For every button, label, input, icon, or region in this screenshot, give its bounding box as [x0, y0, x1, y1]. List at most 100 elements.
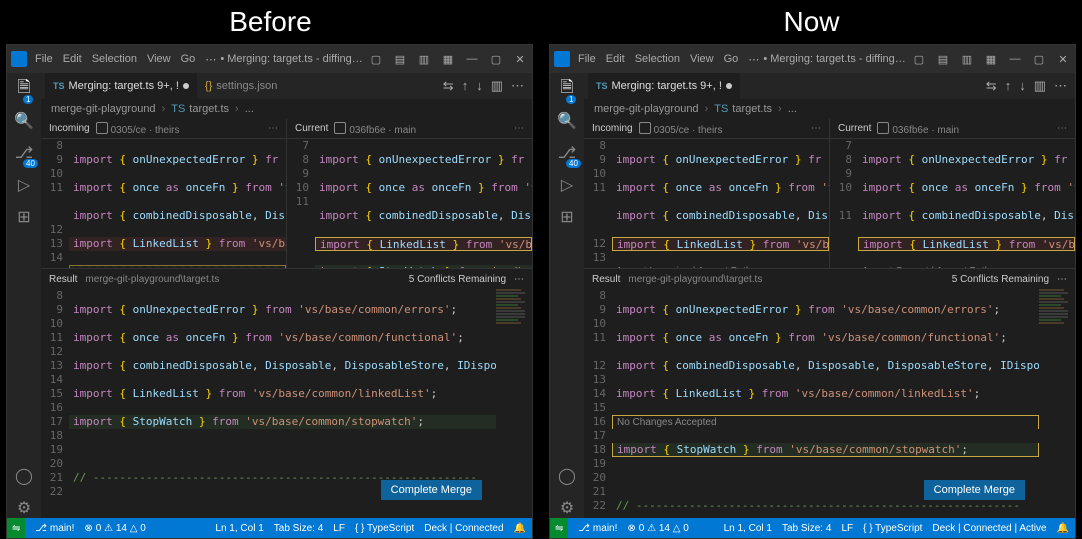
codelens-accept-incoming[interactable]: Accept Incoming | Accept Both [612, 265, 829, 268]
deck-status[interactable]: Deck | Connected [424, 523, 503, 534]
menu-file[interactable]: File [578, 53, 596, 66]
menu-go[interactable]: Go [724, 53, 739, 66]
branch-status[interactable]: ⎇ main! [35, 523, 74, 534]
split-editor-icon[interactable]: ▥ [491, 78, 503, 94]
cursor-pos[interactable]: Ln 1, Col 1 [724, 523, 772, 534]
up-arrow-icon[interactable]: ↑ [1005, 78, 1012, 94]
tab-merging-target[interactable]: TS Merging: target.ts 9+, ! [588, 73, 740, 99]
menu-more[interactable]: ⋯ [748, 53, 759, 66]
bell-icon[interactable]: 🔔 [1057, 523, 1069, 534]
scm-badge: 40 [566, 159, 581, 168]
layout-icon[interactable]: ▥ [959, 53, 975, 66]
app-menu[interactable]: File Edit Selection View Go ⋯ [35, 53, 216, 66]
extensions-icon[interactable]: ⊞ [557, 207, 577, 227]
layout-icon[interactable]: ▥ [416, 53, 432, 66]
minimize-icon[interactable]: — [1007, 53, 1023, 65]
account-icon[interactable]: ◯ [14, 466, 34, 486]
menu-view[interactable]: View [147, 53, 171, 66]
incoming-code[interactable]: 891011121314 import { onUnexpectedError … [41, 139, 286, 268]
scm-badge: 40 [23, 159, 38, 168]
split-icon[interactable]: ⇆ [443, 78, 454, 94]
complete-merge-button[interactable]: Complete Merge [924, 480, 1025, 500]
more-icon[interactable]: ⋯ [268, 123, 278, 134]
tab-size[interactable]: Tab Size: 4 [782, 523, 831, 534]
more-icon[interactable]: ⋯ [1057, 123, 1067, 134]
debug-icon[interactable]: ▷ [14, 175, 34, 195]
problems-status[interactable]: ⊗ 0 ⚠ 14 △ 0 [627, 523, 688, 534]
tab-merging-target[interactable]: TS Merging: target.ts 9+, ! [45, 73, 197, 99]
close-icon[interactable]: ✕ [512, 53, 528, 66]
minimize-icon[interactable]: — [464, 53, 480, 65]
breadcrumb-file[interactable]: target.ts [732, 103, 772, 115]
deck-status[interactable]: Deck | Connected | Active [932, 523, 1046, 534]
more-icon[interactable]: ⋯ [514, 274, 524, 285]
more-icon[interactable]: ⋯ [511, 78, 524, 94]
menu-go[interactable]: Go [181, 53, 196, 66]
breadcrumb-root[interactable]: merge-git-playground [51, 103, 156, 115]
label-before: Before [0, 6, 541, 38]
layout-icon[interactable]: ▦ [983, 53, 999, 66]
current-code[interactable]: 7891011 import { onUnexpectedError } fr … [287, 139, 532, 268]
debug-icon[interactable]: ▷ [557, 175, 577, 195]
tab-settings-json[interactable]: {} settings.json [197, 73, 286, 99]
breadcrumb[interactable]: merge-git-playground TS target.ts ... [41, 99, 532, 119]
bell-icon[interactable]: 🔔 [514, 523, 526, 534]
layout-icon[interactable]: ▤ [935, 53, 951, 66]
branch-status[interactable]: ⎇ main! [578, 523, 617, 534]
split-icon[interactable]: ⇆ [986, 78, 997, 94]
down-arrow-icon[interactable]: ↓ [1019, 78, 1026, 94]
codelens-no-changes: No Changes Accepted [612, 415, 1039, 429]
down-arrow-icon[interactable]: ↓ [476, 78, 483, 94]
search-icon[interactable]: 🔍 [14, 111, 34, 131]
layout-icon[interactable]: ▤ [392, 53, 408, 66]
layout-icon[interactable]: ▢ [911, 53, 927, 66]
minimap[interactable] [496, 289, 532, 518]
menu-view[interactable]: View [690, 53, 714, 66]
complete-merge-button[interactable]: Complete Merge [381, 480, 482, 500]
more-icon[interactable]: ⋯ [514, 123, 524, 134]
more-icon[interactable]: ⋯ [1054, 78, 1067, 94]
encoding[interactable]: LF [333, 523, 345, 534]
result-pane: Result merge-git-playground\target.ts 5 … [41, 269, 532, 518]
incoming-code[interactable]: 8910111213 import { onUnexpectedError } … [584, 139, 829, 268]
incoming-pane: Incoming 0305/ce · theirs ⋯ 8910111213 i… [584, 119, 830, 268]
split-editor-icon[interactable]: ▥ [1034, 78, 1046, 94]
menu-edit[interactable]: Edit [606, 53, 625, 66]
menu-edit[interactable]: Edit [63, 53, 82, 66]
problems-status[interactable]: ⊗ 0 ⚠ 14 △ 0 [84, 523, 145, 534]
explorer-badge: 1 [566, 95, 576, 104]
tab-size[interactable]: Tab Size: 4 [274, 523, 323, 534]
incoming-ref: 0305/ce · theirs [639, 122, 723, 136]
menu-file[interactable]: File [35, 53, 53, 66]
encoding[interactable]: LF [841, 523, 853, 534]
layout-icon[interactable]: ▢ [368, 53, 384, 66]
menu-more[interactable]: ⋯ [205, 53, 216, 66]
up-arrow-icon[interactable]: ↑ [462, 78, 469, 94]
codelens-accept-current[interactable]: Accept Current | Accept Both [858, 265, 1075, 268]
close-icon[interactable]: ✕ [1055, 53, 1071, 66]
menu-selection[interactable]: Selection [635, 53, 680, 66]
language-mode[interactable]: { } TypeScript [355, 523, 414, 534]
maximize-icon[interactable]: ▢ [1031, 53, 1047, 66]
settings-icon[interactable]: ⚙ [14, 498, 34, 518]
more-icon[interactable]: ⋯ [811, 123, 821, 134]
settings-icon[interactable]: ⚙ [557, 498, 577, 518]
current-code[interactable]: 7891011 import { onUnexpectedError } fr … [830, 139, 1075, 268]
breadcrumb[interactable]: merge-git-playground TS target.ts ... [584, 99, 1075, 119]
remote-icon[interactable]: ⇋ [550, 518, 568, 538]
maximize-icon[interactable]: ▢ [488, 53, 504, 66]
titlebar: File Edit Selection View Go ⋯ • Merging:… [7, 45, 532, 73]
menu-selection[interactable]: Selection [92, 53, 137, 66]
cursor-pos[interactable]: Ln 1, Col 1 [215, 523, 263, 534]
layout-icon[interactable]: ▦ [440, 53, 456, 66]
search-icon[interactable]: 🔍 [557, 111, 577, 131]
minimap[interactable] [1039, 289, 1075, 518]
extensions-icon[interactable]: ⊞ [14, 207, 34, 227]
language-mode[interactable]: { } TypeScript [863, 523, 922, 534]
app-menu[interactable]: File Edit Selection View Go ⋯ [578, 53, 759, 66]
remote-icon[interactable]: ⇋ [7, 518, 25, 538]
breadcrumb-file[interactable]: target.ts [189, 103, 229, 115]
breadcrumb-root[interactable]: merge-git-playground [594, 103, 699, 115]
account-icon[interactable]: ◯ [557, 466, 577, 486]
more-icon[interactable]: ⋯ [1057, 274, 1067, 285]
